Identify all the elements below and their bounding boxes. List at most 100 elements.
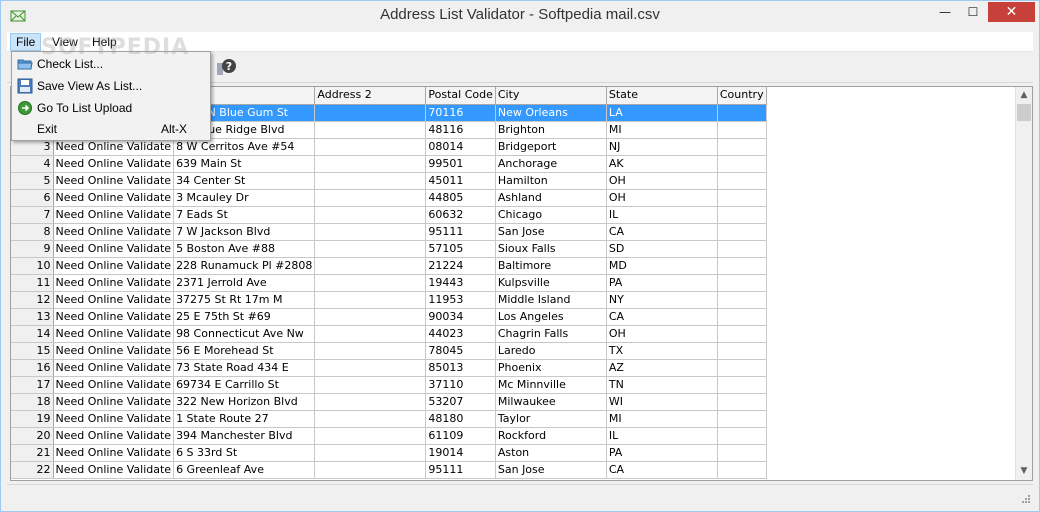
table-row[interactable]: 10 Need Online Validate 228 Runamuck Pl #2… bbox=[11, 257, 767, 275]
address-grid[interactable]: Address 2Postal CodeCityStateCountry 1Ne… bbox=[10, 86, 1033, 481]
row-number[interactable]: 10 bbox=[11, 257, 54, 275]
cell-city[interactable]: Ashland bbox=[495, 189, 607, 207]
title-bar[interactable]: Address List Validator - Softpedia mail.… bbox=[1, 1, 1039, 31]
column-header[interactable]: City bbox=[495, 87, 607, 105]
cell-zip[interactable]: 19443 bbox=[425, 274, 496, 292]
cell-state[interactable]: TX bbox=[606, 342, 718, 360]
cell-city[interactable]: Los Angeles bbox=[495, 308, 607, 326]
cell-state[interactable]: PA bbox=[606, 444, 718, 462]
cell-status[interactable]: Need Online Validate bbox=[53, 172, 175, 190]
row-number[interactable]: 17 bbox=[11, 376, 54, 394]
cell-country[interactable] bbox=[717, 189, 767, 207]
menu-view[interactable]: View bbox=[47, 33, 83, 51]
table-row[interactable]: 18 Need Online Validate 322 New Horizon Bl… bbox=[11, 393, 767, 411]
cell-status[interactable]: Need Online Validate bbox=[53, 257, 175, 275]
table-row[interactable]: 12 Need Online Validate 37275 St Rt 17m M 1… bbox=[11, 291, 767, 309]
maximize-button[interactable]: ☐ bbox=[959, 2, 987, 22]
menu-item-exit[interactable]: Exit Alt-X bbox=[13, 118, 209, 140]
cell-addr2[interactable] bbox=[314, 444, 427, 462]
table-row[interactable]: 19 Need Online Validate 1 State Route 27 48… bbox=[11, 410, 767, 428]
cell-address[interactable]: 1 State Route 27 bbox=[173, 410, 316, 428]
cell-zip[interactable]: 21224 bbox=[425, 257, 496, 275]
cell-address[interactable]: 73 State Road 434 E bbox=[173, 359, 316, 377]
cell-state[interactable]: WI bbox=[606, 393, 718, 411]
cell-zip[interactable]: 78045 bbox=[425, 342, 496, 360]
cell-state[interactable]: AK bbox=[606, 155, 718, 173]
row-number[interactable]: 16 bbox=[11, 359, 54, 377]
cell-address[interactable]: 3 Mcauley Dr bbox=[173, 189, 316, 207]
close-button[interactable]: ✕ bbox=[988, 2, 1035, 22]
cell-state[interactable]: NY bbox=[606, 291, 718, 309]
cell-state[interactable]: TN bbox=[606, 376, 718, 394]
cell-address[interactable]: 25 E 75th St #69 bbox=[173, 308, 316, 326]
cell-country[interactable] bbox=[717, 444, 767, 462]
table-row[interactable]: 9 Need Online Validate 5 Boston Ave #88 571… bbox=[11, 240, 767, 258]
cell-country[interactable] bbox=[717, 410, 767, 428]
menu-help[interactable]: Help bbox=[87, 33, 122, 51]
cell-address[interactable]: 69734 E Carrillo St bbox=[173, 376, 316, 394]
cell-address[interactable]: 639 Main St bbox=[173, 155, 316, 173]
cell-address[interactable]: 98 Connecticut Ave Nw bbox=[173, 325, 316, 343]
cell-addr2[interactable] bbox=[314, 359, 427, 377]
cell-address[interactable]: 7 W Jackson Blvd bbox=[173, 223, 316, 241]
row-number[interactable]: 21 bbox=[11, 444, 54, 462]
cell-status[interactable]: Need Online Validate bbox=[53, 444, 175, 462]
cell-city[interactable]: Baltimore bbox=[495, 257, 607, 275]
menu-item-check-list[interactable]: Check List... bbox=[13, 53, 209, 75]
row-number[interactable]: 6 bbox=[11, 189, 54, 207]
cell-state[interactable]: IL bbox=[606, 427, 718, 445]
cell-addr2[interactable] bbox=[314, 342, 427, 360]
cell-address[interactable]: 394 Manchester Blvd bbox=[173, 427, 316, 445]
cell-status[interactable]: Need Online Validate bbox=[53, 291, 175, 309]
cell-city[interactable]: Bridgeport bbox=[495, 138, 607, 156]
cell-zip[interactable]: 11953 bbox=[425, 291, 496, 309]
cell-country[interactable] bbox=[717, 291, 767, 309]
cell-city[interactable]: Taylor bbox=[495, 410, 607, 428]
cell-city[interactable]: Aston bbox=[495, 444, 607, 462]
cell-status[interactable]: Need Online Validate bbox=[53, 206, 175, 224]
row-number[interactable]: 12 bbox=[11, 291, 54, 309]
cell-addr2[interactable] bbox=[314, 308, 427, 326]
cell-address[interactable]: 2371 Jerrold Ave bbox=[173, 274, 316, 292]
help-icon[interactable]: ? bbox=[217, 57, 237, 77]
table-row[interactable]: 7 Need Online Validate 7 Eads St 60632 Chica… bbox=[11, 206, 767, 224]
cell-country[interactable] bbox=[717, 461, 767, 479]
cell-addr2[interactable] bbox=[314, 240, 427, 258]
cell-status[interactable]: Need Online Validate bbox=[53, 427, 175, 445]
row-number[interactable]: 7 bbox=[11, 206, 54, 224]
cell-address[interactable]: 5 Boston Ave #88 bbox=[173, 240, 316, 258]
cell-city[interactable]: Phoenix bbox=[495, 359, 607, 377]
table-row[interactable]: 20 Need Online Validate 394 Manchester Blv… bbox=[11, 427, 767, 445]
cell-status[interactable]: Need Online Validate bbox=[53, 223, 175, 241]
menu-item-go-to-upload[interactable]: Go To List Upload bbox=[13, 97, 209, 119]
row-number[interactable]: 5 bbox=[11, 172, 54, 190]
cell-state[interactable]: MI bbox=[606, 410, 718, 428]
cell-zip[interactable]: 44023 bbox=[425, 325, 496, 343]
table-row[interactable]: 4 Need Online Validate 639 Main St 99501 Anc… bbox=[11, 155, 767, 173]
cell-state[interactable]: MD bbox=[606, 257, 718, 275]
table-row[interactable]: 13 Need Online Validate 25 E 75th St #69 90… bbox=[11, 308, 767, 326]
cell-status[interactable]: Need Online Validate bbox=[53, 393, 175, 411]
cell-addr2[interactable] bbox=[314, 172, 427, 190]
scroll-thumb[interactable] bbox=[1017, 104, 1031, 121]
cell-addr2[interactable] bbox=[314, 393, 427, 411]
table-row[interactable]: 11 Need Online Validate 2371 Jerrold Ave 19… bbox=[11, 274, 767, 292]
cell-country[interactable] bbox=[717, 393, 767, 411]
row-number[interactable]: 11 bbox=[11, 274, 54, 292]
column-header[interactable]: Address 2 bbox=[314, 87, 427, 105]
cell-country[interactable] bbox=[717, 376, 767, 394]
cell-city[interactable]: San Jose bbox=[495, 461, 607, 479]
cell-addr2[interactable] bbox=[314, 104, 427, 122]
cell-zip[interactable]: 90034 bbox=[425, 308, 496, 326]
cell-addr2[interactable] bbox=[314, 121, 427, 139]
row-number[interactable]: 13 bbox=[11, 308, 54, 326]
cell-state[interactable]: CA bbox=[606, 223, 718, 241]
cell-country[interactable] bbox=[717, 274, 767, 292]
row-number[interactable]: 19 bbox=[11, 410, 54, 428]
cell-status[interactable]: Need Online Validate bbox=[53, 359, 175, 377]
cell-city[interactable]: Chicago bbox=[495, 206, 607, 224]
minimize-button[interactable]: — bbox=[931, 2, 959, 22]
cell-zip[interactable]: 08014 bbox=[425, 138, 496, 156]
cell-status[interactable]: Need Online Validate bbox=[53, 274, 175, 292]
cell-zip[interactable]: 70116 bbox=[425, 104, 496, 122]
